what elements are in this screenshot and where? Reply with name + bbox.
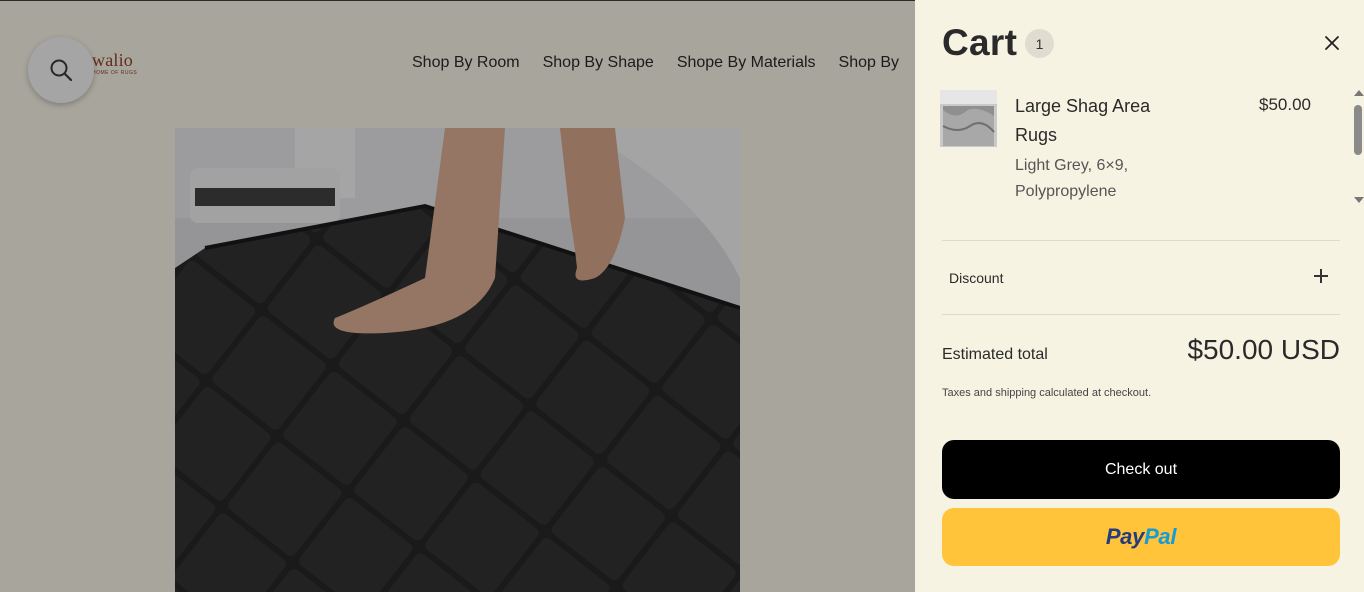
cart-item-variant: Light Grey, 6×9, Polypropylene	[1015, 157, 1129, 200]
cart-item-thumbnail[interactable]	[940, 90, 997, 147]
discount-toggle[interactable]: Discount	[942, 241, 1340, 314]
page-dim-overlay[interactable]	[0, 0, 915, 592]
cart-item: Large Shag Area Rugs $50.00 Light Grey, …	[940, 90, 1340, 210]
scroll-thumb[interactable]	[1354, 105, 1362, 155]
paypal-logo-part2: Pal	[1144, 524, 1177, 549]
cart-title: Cart	[942, 22, 1018, 63]
checkout-button[interactable]: Check out	[942, 440, 1340, 499]
paypal-logo: PayPal	[1105, 524, 1177, 550]
close-cart-button[interactable]	[1323, 34, 1341, 52]
cart-items-scrollbar[interactable]	[1352, 90, 1364, 206]
cart-item-name[interactable]: Large Shag Area Rugs	[1015, 92, 1185, 150]
plus-icon	[1314, 269, 1328, 283]
estimated-total-label: Estimated total	[942, 346, 1048, 363]
cart-drawer: Cart 1 Large Shag Area Rugs $50.00 Light…	[915, 0, 1364, 592]
cart-item-price: $50.00	[1259, 95, 1311, 114]
cart-count-badge: 1	[1025, 29, 1054, 58]
scroll-up-arrow-icon[interactable]	[1354, 90, 1364, 96]
divider	[942, 314, 1340, 315]
discount-label: Discount	[949, 270, 1004, 286]
scroll-down-arrow-icon[interactable]	[1354, 197, 1364, 203]
paypal-button[interactable]: PayPal	[942, 508, 1340, 566]
paypal-logo-part1: Pay	[1105, 524, 1145, 549]
close-icon	[1325, 36, 1339, 50]
estimated-total-value: $50.00 USD	[1187, 334, 1340, 365]
tax-shipping-note: Taxes and shipping calculated at checkou…	[942, 387, 1152, 399]
